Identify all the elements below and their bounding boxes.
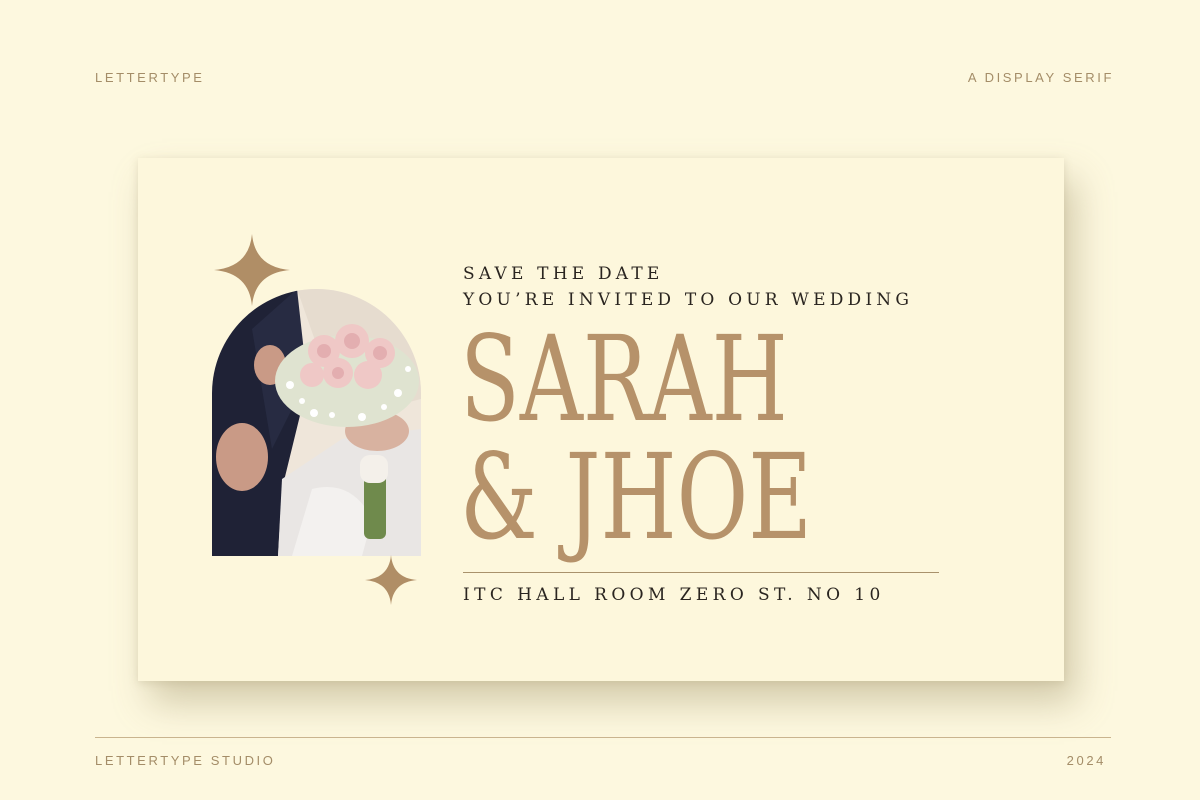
- invitation-card: SAVE THE DATE YOU’RE INVITED TO OUR WEDD…: [138, 158, 1064, 681]
- divider: [463, 572, 939, 573]
- studio-label: LETTERTYPE STUDIO: [95, 753, 276, 768]
- venue-text: ITC HALL ROOM ZERO ST. NO 10: [463, 585, 885, 605]
- footer-divider: [95, 737, 1111, 738]
- names-line-1: SARAH: [460, 310, 788, 448]
- tagline-label: A DISPLAY SERIF: [967, 70, 1114, 85]
- sparkle-icon: [365, 555, 417, 605]
- invitation-text: YOU’RE INVITED TO OUR WEDDING: [463, 290, 914, 310]
- brand-label: LETTERTYPE: [95, 70, 205, 85]
- couple-names: SARAH & JHOE: [460, 320, 940, 570]
- couple-photo: [212, 289, 421, 556]
- names-line-2: & JHOE: [460, 428, 812, 566]
- save-the-date-text: SAVE THE DATE: [463, 264, 664, 284]
- year-label: 2024: [1066, 753, 1106, 768]
